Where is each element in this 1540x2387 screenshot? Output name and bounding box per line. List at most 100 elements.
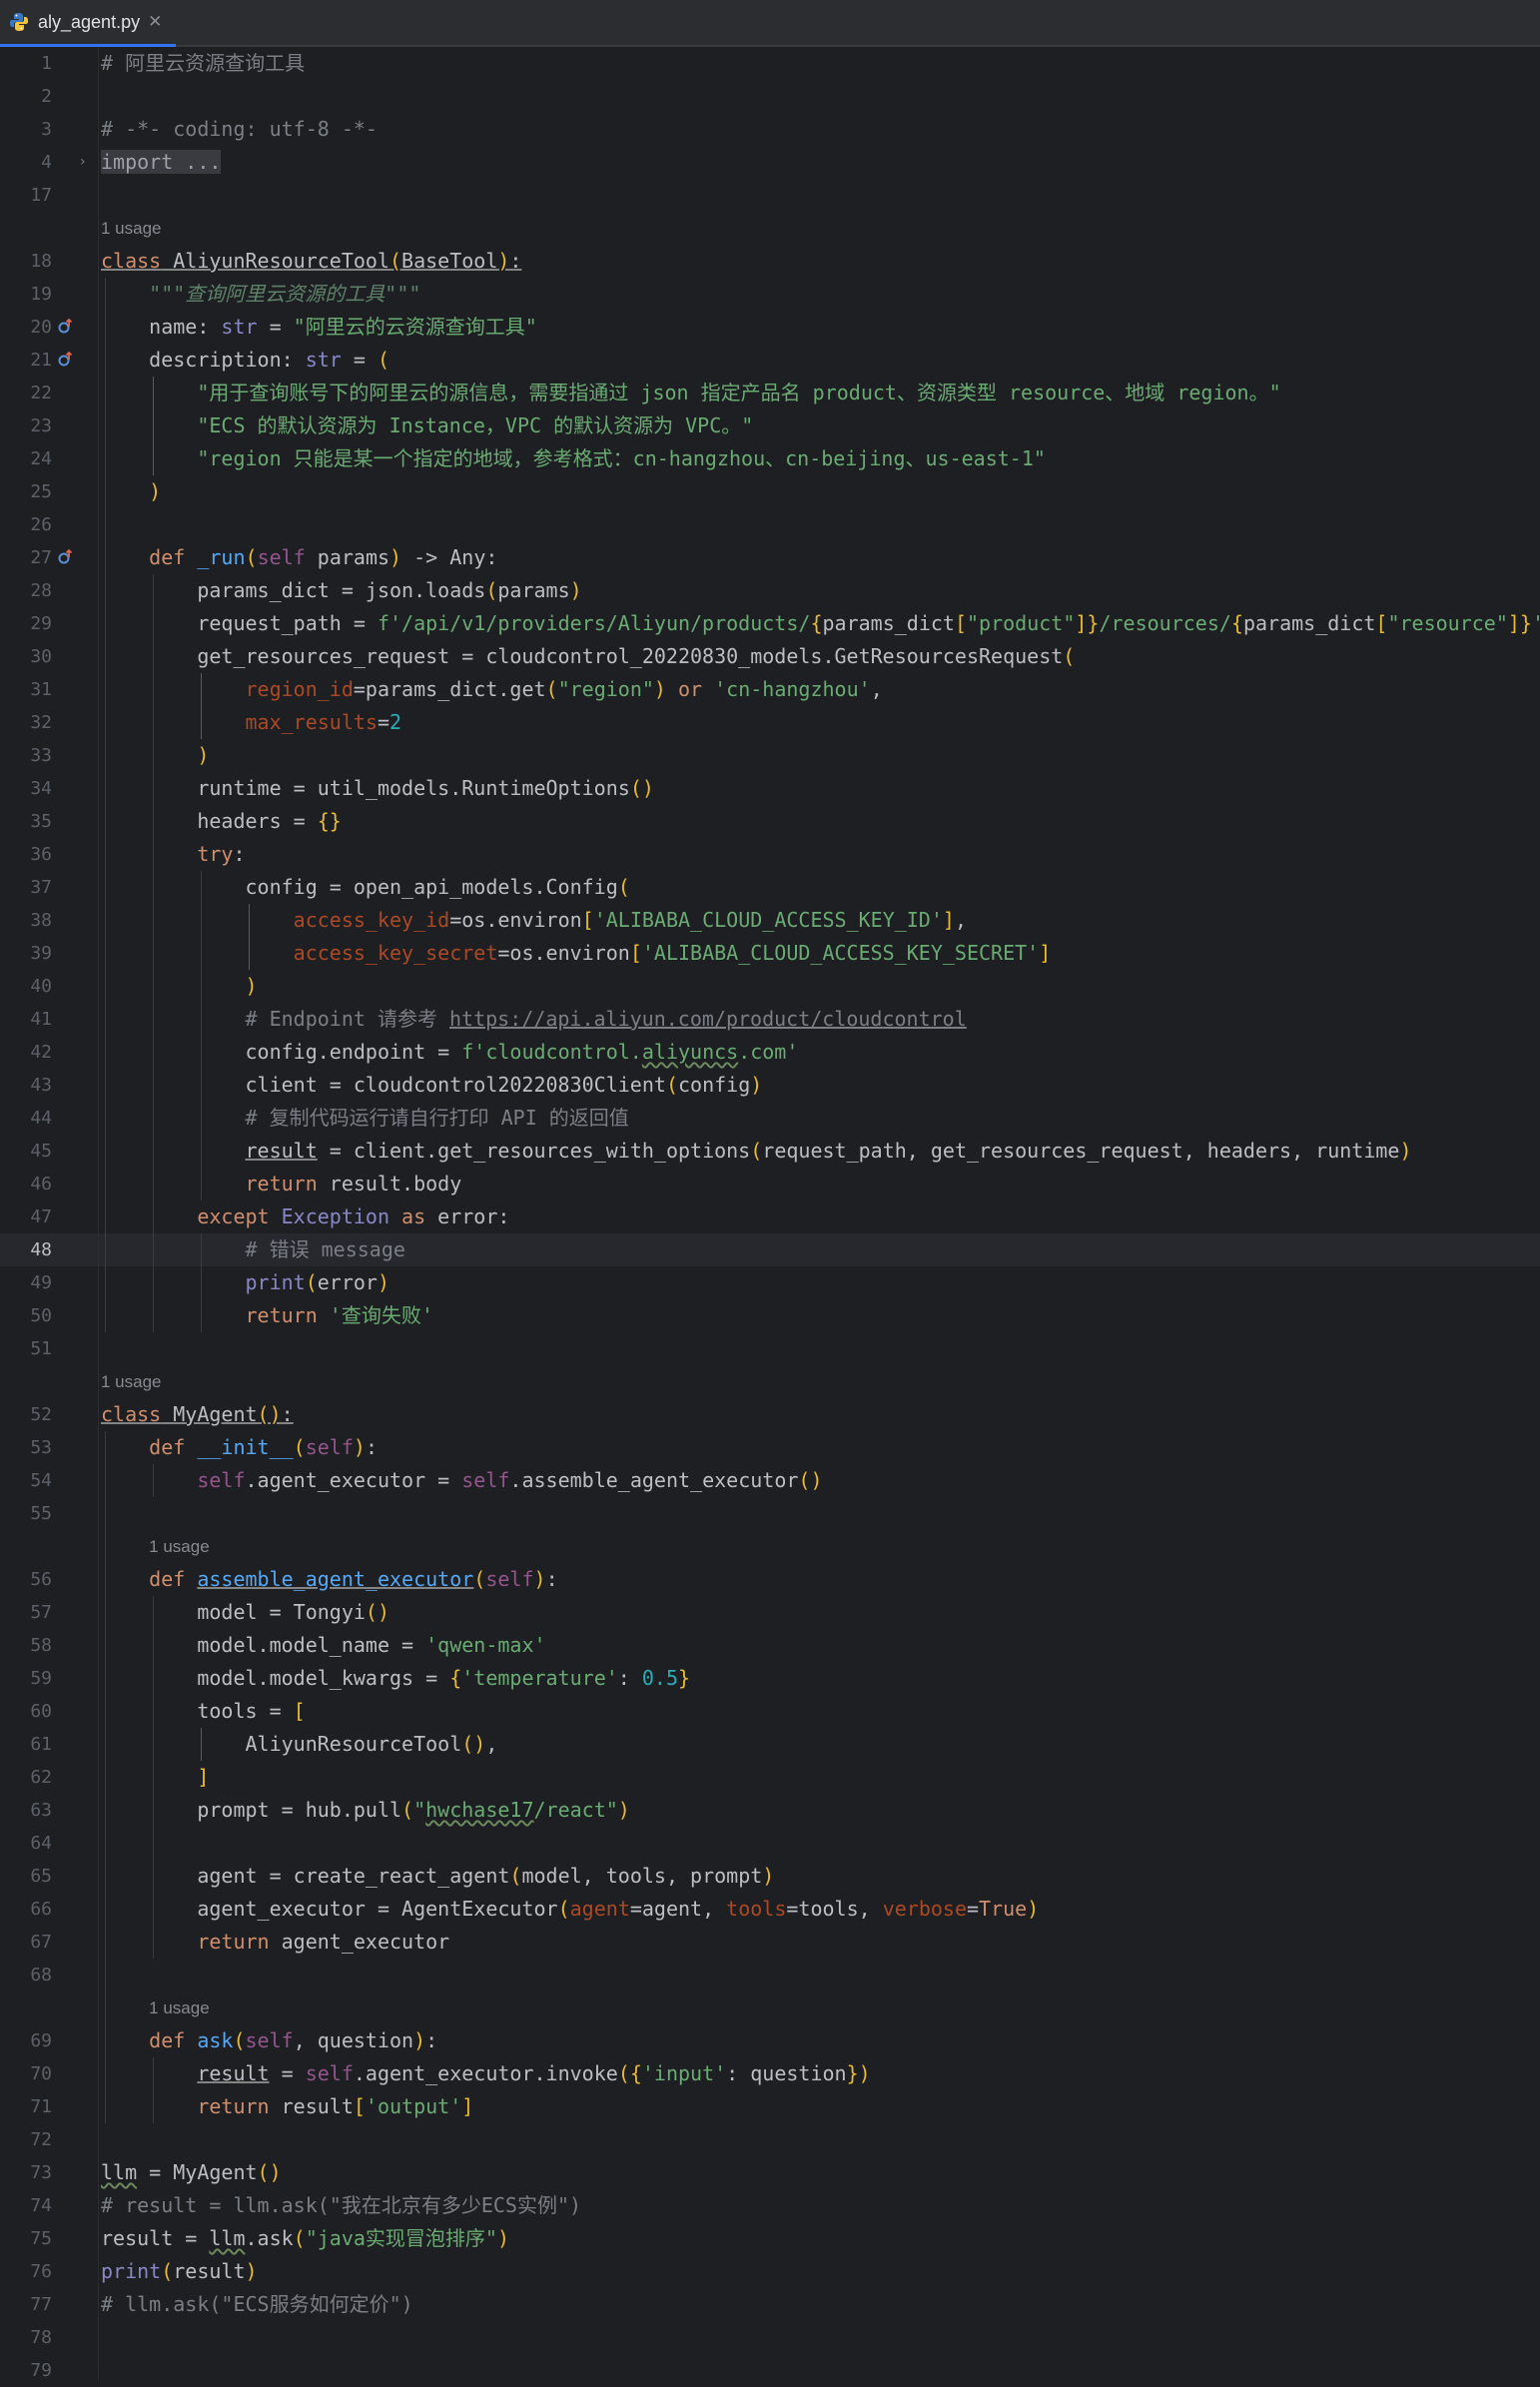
code-line[interactable]: ): [101, 970, 258, 1003]
python-icon: [10, 13, 28, 31]
code-line[interactable]: description: str = (: [101, 344, 389, 377]
override-icon[interactable]: [58, 319, 74, 335]
line-number: 54: [30, 1470, 52, 1491]
code-line[interactable]: prompt = hub.pull("hwchase17/react"): [101, 1794, 630, 1827]
code-line[interactable]: except Exception as error:: [101, 1200, 509, 1233]
line-number: 73: [30, 2162, 52, 2183]
line-number: 39: [30, 943, 52, 964]
code-line[interactable]: ): [101, 739, 209, 772]
code-line[interactable]: result = client.get_resources_with_optio…: [101, 1135, 1412, 1168]
code-line[interactable]: # result = llm.ask("我在北京有多少ECS实例"): [101, 2189, 581, 2222]
code-line[interactable]: params_dict = json.loads(params): [101, 574, 581, 607]
line-number: 22: [30, 383, 52, 403]
code-line[interactable]: result = self.agent_executor.invoke({'in…: [101, 2057, 870, 2090]
code-line[interactable]: self.agent_executor = self.assemble_agen…: [101, 1464, 822, 1497]
line-number: 43: [30, 1075, 52, 1096]
code-line[interactable]: runtime = util_models.RuntimeOptions(): [101, 772, 654, 805]
code-line[interactable]: "ECS 的默认资源为 Instance，VPC 的默认资源为 VPC。": [101, 409, 753, 442]
line-number: 61: [30, 1734, 52, 1755]
code-line[interactable]: model.model_kwargs = {'temperature': 0.5…: [101, 1662, 690, 1695]
code-line[interactable]: AliyunResourceTool(),: [101, 1728, 497, 1761]
code-line[interactable]: agent = create_react_agent(model, tools,…: [101, 1860, 774, 1893]
code-line[interactable]: config.endpoint = f'cloudcontrol.aliyunc…: [101, 1036, 798, 1069]
indent-guide: [153, 377, 155, 475]
line-number: 31: [30, 679, 52, 700]
line-number: 79: [30, 2360, 52, 2381]
code-line[interactable]: try:: [101, 838, 245, 871]
code-line[interactable]: model.model_name = 'qwen-max': [101, 1629, 545, 1662]
line-number: 51: [30, 1338, 52, 1359]
code-line[interactable]: tools = [: [101, 1695, 305, 1728]
override-icon[interactable]: [58, 352, 74, 368]
usage-hint[interactable]: 1 usage: [149, 1991, 210, 2024]
code-line[interactable]: headers = {}: [101, 805, 342, 838]
code-line[interactable]: print(error): [101, 1266, 390, 1299]
code-line[interactable]: return result.body: [101, 1168, 462, 1200]
code-line[interactable]: print(result): [101, 2255, 258, 2288]
chevron-right-icon[interactable]: ›: [80, 146, 86, 179]
code-line[interactable]: def assemble_agent_executor(self):: [101, 1563, 557, 1596]
line-number: 35: [30, 811, 52, 832]
usage-hint[interactable]: 1 usage: [101, 1365, 162, 1398]
indent-guide: [201, 1233, 203, 1332]
line-number: 67: [30, 1932, 52, 1953]
code-line[interactable]: get_resources_request = cloudcontrol_202…: [101, 640, 1075, 673]
usage-hint[interactable]: 1 usage: [101, 212, 162, 245]
line-number: 45: [30, 1141, 52, 1162]
line-number: 77: [30, 2294, 52, 2315]
code-line[interactable]: llm = MyAgent(): [101, 2156, 282, 2189]
line-number: 30: [30, 646, 52, 667]
line-number: 64: [30, 1833, 52, 1854]
code-line[interactable]: max_results=2: [101, 706, 402, 739]
line-number: 20: [30, 317, 52, 338]
code-line[interactable]: config = open_api_models.Config(: [101, 871, 629, 904]
code-line[interactable]: # 阿里云资源查询工具: [101, 47, 305, 80]
code-line[interactable]: result = llm.ask("java实现冒泡排序"): [101, 2222, 509, 2255]
code-line[interactable]: class AliyunResourceTool(BaseTool):: [101, 245, 521, 278]
code-line[interactable]: import ...: [101, 146, 222, 179]
code-line[interactable]: ]: [101, 1761, 209, 1794]
code-line[interactable]: ): [101, 475, 161, 508]
file-tab[interactable]: aly_agent.py ✕: [0, 0, 177, 47]
line-number: 57: [30, 1602, 52, 1623]
code-line[interactable]: # llm.ask("ECS服务如何定价"): [101, 2288, 413, 2321]
code-line[interactable]: return '查询失败': [101, 1299, 433, 1332]
code-line[interactable]: "region 只能是某一个指定的地域，参考格式：cn-hangzhou、cn-…: [101, 442, 1046, 475]
code-line[interactable]: class MyAgent():: [101, 1398, 294, 1431]
code-line[interactable]: def _run(self params) -> Any:: [101, 541, 497, 574]
usage-hint[interactable]: 1 usage: [149, 1530, 210, 1563]
line-number: 3: [41, 119, 52, 140]
code-line[interactable]: def ask(self, question):: [101, 2024, 437, 2057]
code-line[interactable]: access_key_secret=os.environ['ALIBABA_CL…: [101, 937, 1052, 970]
line-number: 25: [30, 481, 52, 502]
line-number: 70: [30, 2063, 52, 2084]
code-line[interactable]: """查询阿里云资源的工具""": [101, 278, 420, 311]
code-line[interactable]: return result['output']: [101, 2090, 473, 2123]
line-number: 60: [30, 1701, 52, 1722]
code-line[interactable]: # 复制代码运行请自行打印 API 的返回值: [101, 1102, 629, 1135]
code-line[interactable]: name: str = "阿里云的云资源查询工具": [101, 311, 537, 344]
code-line[interactable]: # 错误 message: [101, 1233, 405, 1266]
code-line[interactable]: access_key_id=os.environ['ALIBABA_CLOUD_…: [101, 904, 967, 937]
indent-guide: [153, 1464, 155, 1497]
line-number: 29: [30, 613, 52, 634]
code-line[interactable]: request_path = f'/api/v1/providers/Aliyu…: [101, 607, 1540, 640]
override-icon[interactable]: [58, 549, 74, 565]
indent-guide: [153, 1596, 155, 1959]
code-line[interactable]: model = Tongyi(): [101, 1596, 389, 1629]
code-line[interactable]: def __init__(self):: [101, 1431, 378, 1464]
code-line[interactable]: # -*- coding: utf-8 -*-: [101, 113, 378, 146]
close-icon[interactable]: ✕: [148, 12, 162, 32]
indent-guide: [201, 871, 203, 1200]
code-line[interactable]: agent_executor = AgentExecutor(agent=age…: [101, 1893, 1039, 1926]
code-line[interactable]: # Endpoint 请参考 https://api.aliyun.com/pr…: [101, 1003, 967, 1036]
line-number: 33: [30, 745, 52, 766]
line-number: 52: [30, 1404, 52, 1425]
indent-guide: [249, 904, 251, 970]
line-number: 44: [30, 1108, 52, 1129]
code-line[interactable]: region_id=params_dict.get("region") or '…: [101, 673, 883, 706]
code-editor[interactable]: 1 # 阿里云资源查询工具 2 3 # -*- coding: utf-8 -*- 4 im…: [0, 47, 1540, 2381]
line-number: 38: [30, 910, 52, 931]
code-line[interactable]: "用于查询账号下的阿里云的源信息，需要指通过 json 指定产品名 produc…: [101, 377, 1280, 409]
line-number: 66: [30, 1899, 52, 1920]
